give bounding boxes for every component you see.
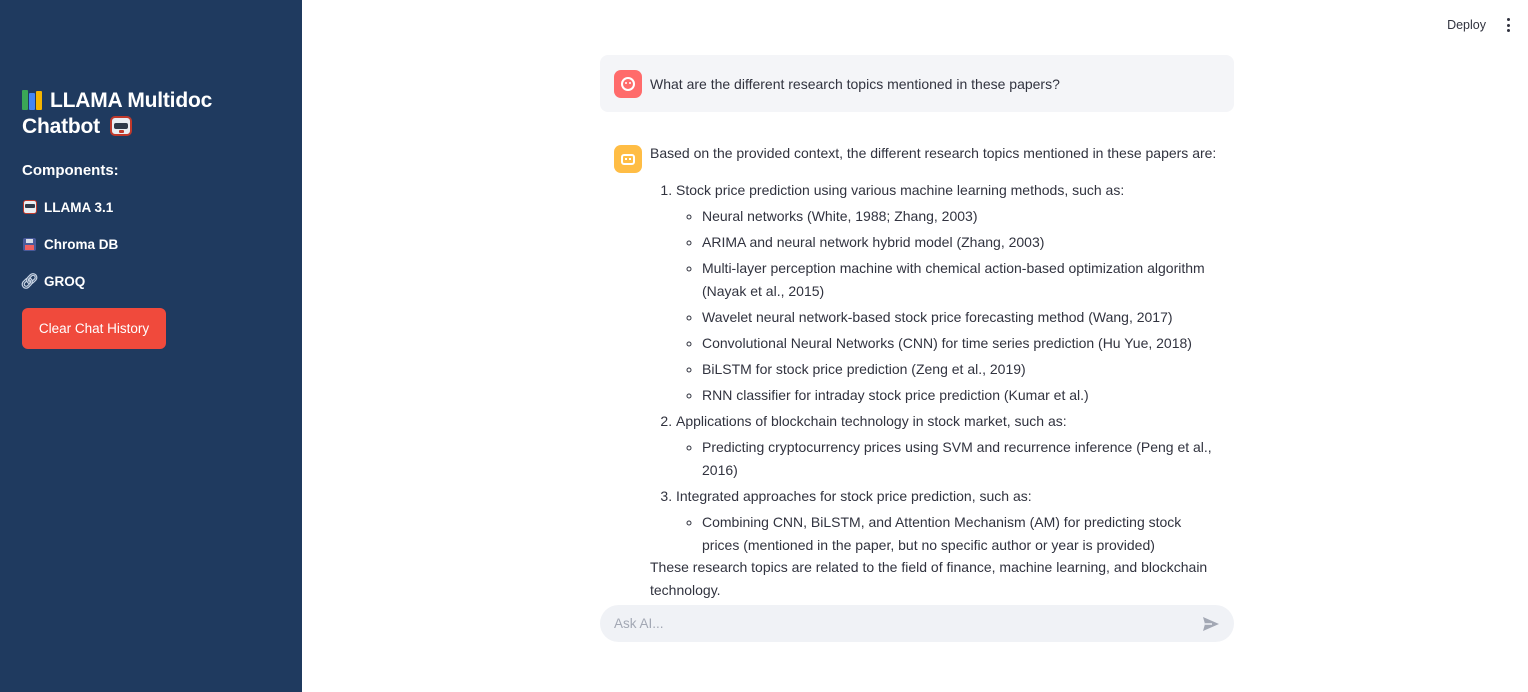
robot-icon <box>109 116 132 136</box>
link-icon: 🔗︎ <box>19 273 40 290</box>
deploy-button[interactable]: Deploy <box>1447 18 1486 32</box>
sidebar: LLAMA Multidoc Chatbot Components: LLAMA… <box>0 0 302 692</box>
component-llama: LLAMA 3.1 <box>22 198 280 216</box>
list-item: RNN classifier for intraday stock price … <box>702 384 1220 407</box>
sidebar-title: LLAMA Multidoc Chatbot <box>22 88 280 140</box>
list-item: Predicting cryptocurrency prices using S… <box>702 436 1220 482</box>
clear-chat-history-button[interactable]: Clear Chat History <box>22 308 166 349</box>
assistant-closing: These research topics are related to the… <box>650 559 1208 598</box>
topic-item: Integrated approaches for stock price pr… <box>676 485 1220 557</box>
list-item: Multi-layer perception machine with chem… <box>702 257 1220 303</box>
books-icon <box>22 90 44 110</box>
list-item: BiLSTM for stock price prediction (Zeng … <box>702 358 1220 381</box>
list-item: Neural networks (White, 1988; Zhang, 200… <box>702 205 1220 228</box>
chat-input-bar <box>600 605 1234 642</box>
topic-sublist: Combining CNN, BiLSTM, and Attention Mec… <box>676 511 1220 557</box>
component-label: LLAMA 3.1 <box>44 199 114 215</box>
list-item: Wavelet neural network-based stock price… <box>702 306 1220 329</box>
topic-sublist: Neural networks (White, 1988; Zhang, 200… <box>676 205 1220 407</box>
top-toolbar: Deploy <box>1447 18 1512 32</box>
user-avatar-icon <box>614 69 642 98</box>
chat-area: What are the different research topics m… <box>600 55 1234 602</box>
user-message: What are the different research topics m… <box>600 55 1234 112</box>
topic-item: Applications of blockchain technology in… <box>676 410 1220 482</box>
topic-title: Integrated approaches for stock price pr… <box>676 488 1032 504</box>
assistant-avatar-icon <box>614 145 642 173</box>
list-item: Convolutional Neural Networks (CNN) for … <box>702 332 1220 355</box>
send-icon[interactable] <box>1202 616 1220 632</box>
chat-input[interactable] <box>614 616 1202 631</box>
components-heading: Components: <box>22 162 119 179</box>
topic-title: Stock price prediction using various mac… <box>676 182 1125 198</box>
component-groq: 🔗︎ GROQ <box>19 272 280 290</box>
assistant-message-body: Based on the provided context, the diffe… <box>650 143 1220 602</box>
robot-icon <box>22 200 37 215</box>
topic-sublist: Predicting cryptocurrency prices using S… <box>676 436 1220 482</box>
topic-item: Stock price prediction using various mac… <box>676 179 1220 407</box>
topics-list: Stock price prediction using various mac… <box>650 179 1220 557</box>
topic-title: Applications of blockchain technology in… <box>676 413 1067 429</box>
component-label: GROQ <box>44 273 86 289</box>
assistant-message: Based on the provided context, the diffe… <box>600 143 1234 602</box>
user-message-text: What are the different research topics m… <box>650 75 1060 92</box>
component-label: Chroma DB <box>44 236 119 252</box>
list-item: Combining CNN, BiLSTM, and Attention Mec… <box>702 511 1220 557</box>
assistant-intro: Based on the provided context, the diffe… <box>650 145 1217 161</box>
list-item: ARIMA and neural network hybrid model (Z… <box>702 231 1220 254</box>
component-chroma: Chroma DB <box>22 235 280 253</box>
main-menu-icon[interactable] <box>1504 18 1512 32</box>
floppy-disk-icon <box>22 237 37 252</box>
